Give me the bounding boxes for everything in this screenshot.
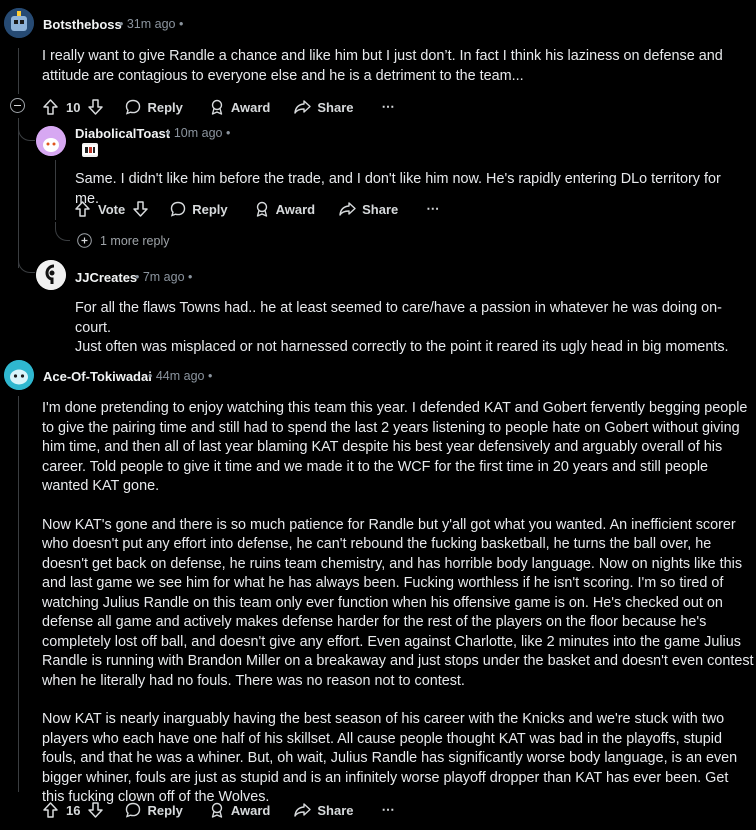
comment-author[interactable]: Botstheboss	[43, 17, 122, 32]
minus-icon	[14, 105, 21, 106]
comment-paragraph: Now KAT is nearly inarguably having the …	[42, 711, 738, 805]
comment-actions: 16 Reply Award Share ⋯	[43, 800, 395, 820]
snoo-icon	[4, 8, 34, 38]
comment-body: For all the flaws Towns had.. he at leas…	[75, 299, 745, 358]
comment-actions: Vote Reply Award Share ⋯	[75, 199, 439, 219]
flair-icon	[83, 145, 97, 155]
upvote-button[interactable]	[75, 201, 90, 217]
more-options-icon: ⋯	[426, 201, 440, 216]
comment-text-line: For all the flaws Towns had.. he at leas…	[75, 300, 722, 336]
reply-label: Reply	[192, 201, 228, 217]
collapse-button[interactable]	[10, 98, 25, 113]
award-button[interactable]: Award	[209, 802, 271, 818]
award-button[interactable]: Award	[209, 99, 271, 115]
vote-label: Vote	[98, 201, 126, 217]
award-label: Award	[275, 201, 316, 217]
share-label: Share	[317, 802, 354, 818]
comment-author[interactable]: JJCreates	[75, 270, 137, 285]
award-label: Award	[230, 99, 271, 115]
more-replies-label: 1 more reply	[100, 233, 170, 248]
comment-author[interactable]: Ace-Of-Tokiwadai	[43, 369, 152, 384]
comment-bubble-icon	[126, 99, 141, 115]
thread-curve-diabolical	[55, 222, 70, 241]
flair-badge	[82, 143, 98, 157]
thread-curve-jj	[18, 250, 35, 273]
downvote-button[interactable]	[88, 802, 104, 818]
award-label: Award	[230, 802, 271, 818]
more-replies-link[interactable]: 1 more reply	[77, 233, 169, 248]
upvote-button[interactable]	[43, 802, 58, 818]
reply-label: Reply	[147, 99, 183, 115]
thread-line-ace	[18, 396, 19, 792]
award-icon	[211, 99, 223, 115]
user-logo-icon	[36, 260, 66, 290]
comment-text-line: Just often was misplaced or not harnesse…	[75, 339, 729, 355]
comment-actions: 10 Reply Award Share ⋯	[43, 97, 395, 117]
downvote-button[interactable]	[133, 201, 148, 217]
share-icon	[294, 100, 312, 114]
share-button[interactable]: Share	[339, 201, 398, 217]
share-icon	[294, 803, 312, 817]
share-label: Share	[317, 99, 354, 115]
downvote-icon	[88, 99, 104, 115]
comment-meta: • 10m ago •	[166, 126, 231, 140]
comment-text: I really want to give Randle a chance an…	[42, 48, 723, 84]
more-options-icon: ⋯	[381, 99, 395, 114]
reply-button[interactable]: Reply	[170, 201, 228, 217]
award-button[interactable]: Award	[254, 201, 316, 217]
thread-line-main	[18, 48, 19, 94]
upvote-button[interactable]	[43, 99, 58, 115]
vote-score: 10	[66, 99, 81, 115]
comment-bubble-icon	[126, 802, 141, 818]
avatar[interactable]	[4, 360, 34, 390]
thread-line-main-lower	[18, 120, 19, 268]
snoo-icon	[4, 360, 34, 390]
comment-meta: • 44m ago •	[148, 369, 213, 383]
comment-meta: • 31m ago •	[119, 17, 184, 31]
comment-bubble-icon	[171, 201, 186, 217]
more-options-button[interactable]: ⋯	[382, 99, 395, 115]
vote-score: 16	[66, 802, 81, 818]
more-options-button[interactable]: ⋯	[382, 802, 395, 818]
downvote-icon	[133, 201, 148, 217]
share-button[interactable]: Share	[294, 99, 354, 115]
avatar[interactable]	[36, 260, 66, 290]
share-button[interactable]: Share	[294, 802, 354, 818]
award-icon	[256, 201, 267, 217]
share-label: Share	[362, 201, 399, 217]
comment-body: I really want to give Randle a chance an…	[42, 47, 742, 86]
share-icon	[339, 202, 356, 216]
thread-curve-diabolical-top	[18, 118, 35, 141]
comment-paragraph: Now KAT's gone and there is so much pati…	[42, 516, 754, 689]
comment-meta: • 7m ago •	[135, 270, 193, 284]
downvote-icon	[88, 802, 104, 818]
comment-author[interactable]: DiabolicalToast	[75, 126, 170, 141]
reply-button[interactable]: Reply	[125, 802, 183, 818]
upvote-icon	[43, 802, 58, 818]
snoo-icon	[36, 126, 66, 156]
thread-line-diabolical	[55, 160, 56, 220]
reply-button[interactable]: Reply	[125, 99, 183, 115]
more-options-button[interactable]: ⋯	[426, 201, 439, 217]
upvote-icon	[43, 99, 58, 115]
more-options-icon: ⋯	[381, 802, 395, 817]
downvote-button[interactable]	[88, 99, 104, 115]
award-icon	[211, 802, 223, 818]
avatar[interactable]	[36, 126, 66, 156]
comment-paragraph: I'm done pretending to enjoy watching th…	[42, 400, 748, 494]
upvote-icon	[75, 201, 90, 217]
expand-plus-icon	[77, 233, 92, 248]
comment-body: I'm done pretending to enjoy watching th…	[42, 399, 754, 808]
avatar[interactable]	[4, 8, 34, 38]
reply-label: Reply	[147, 802, 183, 818]
